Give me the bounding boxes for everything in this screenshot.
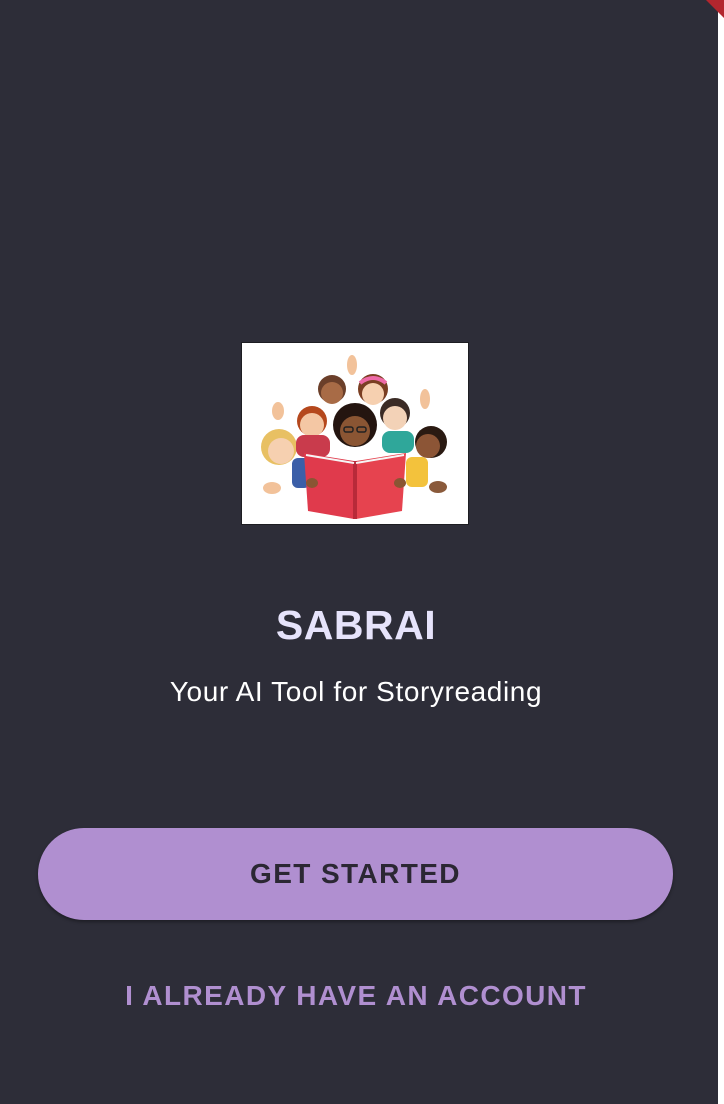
children-reading-book-icon (242, 343, 468, 524)
debug-banner (706, 0, 724, 18)
welcome-screen: SABRAI Your AI Tool for Storyreading GET… (0, 0, 718, 1104)
app-logo-image (241, 342, 469, 525)
app-title: SABRAI (275, 602, 437, 648)
have-account-link[interactable]: I ALREADY HAVE AN ACCOUNT (0, 980, 712, 1012)
get-started-label: GET STARTED (250, 858, 461, 889)
app-tagline: Your AI Tool for Storyreading (169, 676, 543, 707)
window-edge (718, 0, 724, 1104)
get-started-button[interactable]: GET STARTED (38, 828, 673, 920)
